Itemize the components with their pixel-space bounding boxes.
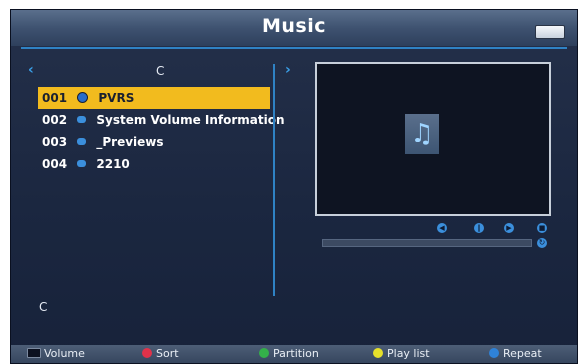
list-item[interactable]: 004 2210 [38, 153, 270, 175]
sort-label: Sort [156, 347, 179, 360]
footer-bar: Volume Sort Partition Play list Repeat [11, 345, 577, 363]
item-name: _Previews [96, 135, 164, 149]
item-number: 003 [42, 135, 68, 149]
preview-window: ♫ [315, 62, 551, 216]
battery-icon [535, 25, 565, 39]
list-item[interactable]: 002 System Volume Information [38, 109, 285, 131]
music-screen: Music ‹ C › 001 PVRS 002 System Volume I… [10, 9, 578, 364]
folder-icon [77, 92, 89, 103]
item-number: 001 [42, 91, 68, 105]
volume-icon [27, 348, 41, 358]
item-name: 2210 [96, 157, 130, 171]
yellow-key-icon [373, 348, 383, 358]
progress-bar[interactable] [322, 239, 532, 247]
repeat-mode-icon: ↻ [537, 238, 547, 248]
page-title: Music [261, 15, 327, 37]
previous-icon[interactable]: ◀ [437, 223, 447, 233]
folder-icon [77, 116, 87, 123]
header-divider [21, 47, 567, 49]
item-name: PVRS [98, 91, 135, 105]
repeat-button[interactable]: Repeat [489, 345, 542, 363]
right-arrow-icon[interactable]: › [285, 62, 291, 78]
panel-divider [273, 64, 275, 296]
list-item[interactable]: 003 _Previews [38, 131, 270, 153]
sort-button[interactable]: Sort [142, 345, 179, 363]
play-icon[interactable]: ▶ [504, 223, 514, 233]
blue-key-icon [489, 348, 499, 358]
pause-icon[interactable]: ‖ [474, 223, 484, 233]
drive-label: C [156, 64, 165, 78]
item-number: 004 [42, 157, 68, 171]
repeat-label: Repeat [503, 347, 542, 360]
folder-icon [77, 138, 87, 145]
header-bar: Music [11, 10, 577, 46]
current-path: C [39, 300, 48, 314]
music-note-icon: ♫ [405, 114, 439, 154]
playlist-label: Play list [387, 347, 430, 360]
partition-button[interactable]: Partition [259, 345, 319, 363]
item-number: 002 [42, 113, 68, 127]
file-list: 001 PVRS 002 System Volume Information 0… [38, 87, 285, 175]
folder-icon [77, 160, 87, 167]
red-key-icon [142, 348, 152, 358]
playlist-button[interactable]: Play list [373, 345, 430, 363]
stop-icon[interactable]: ■ [537, 223, 547, 233]
left-arrow-icon[interactable]: ‹ [28, 62, 34, 78]
volume-button[interactable]: Volume [27, 345, 85, 363]
list-item[interactable]: 001 PVRS [38, 87, 270, 109]
green-key-icon [259, 348, 269, 358]
item-name: System Volume Information [96, 113, 285, 127]
partition-label: Partition [273, 347, 319, 360]
volume-label: Volume [44, 347, 85, 360]
